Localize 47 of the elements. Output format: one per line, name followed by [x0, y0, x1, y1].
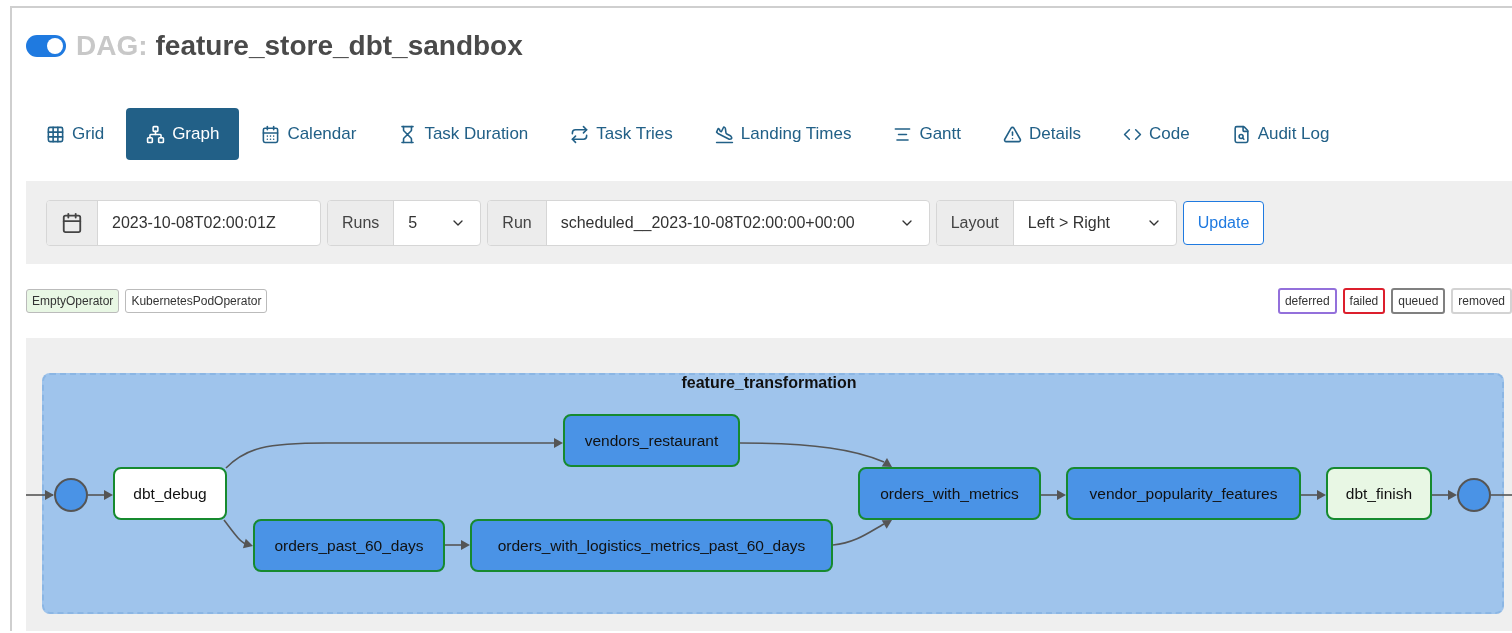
view-tab[interactable]: Details: [983, 108, 1101, 160]
task-node[interactable]: dbt_finish: [1326, 467, 1432, 520]
state-legend-chip: queued: [1391, 288, 1446, 314]
repeat-icon: [570, 124, 590, 144]
state-legend-chip: failed: [1342, 288, 1386, 314]
view-tab[interactable]: Audit Log: [1211, 108, 1350, 160]
dag-toggle[interactable]: [26, 35, 66, 57]
base-date-field[interactable]: 2023-10-08T02:00:01Z: [46, 199, 321, 246]
edge-arrow: [1431, 490, 1457, 500]
document-search-icon: [1231, 124, 1251, 144]
edge-arrow: [1040, 490, 1066, 500]
edge-arrow: [832, 520, 892, 546]
run-select[interactable]: Run scheduled__2023-10-08T02:00:00+00:00: [487, 199, 930, 246]
view-tab[interactable]: Landing Times: [694, 108, 872, 160]
layout-select[interactable]: Layout Left > Right: [935, 199, 1177, 246]
edge-arrow: [26, 490, 54, 500]
task-node[interactable]: orders_with_logistics_metrics_past_60_days: [470, 519, 833, 572]
operator-legend-chip: EmptyOperator: [26, 289, 120, 313]
view-tab[interactable]: Graph: [126, 108, 240, 160]
state-legend-chip: deferred: [1277, 288, 1337, 314]
update-button[interactable]: Update: [1182, 200, 1265, 245]
edge-arrow: [444, 540, 470, 550]
view-tab[interactable]: Task Tries: [550, 108, 693, 160]
state-legend-chip: removed: [1451, 288, 1512, 314]
edge-arrow: [87, 490, 113, 500]
view-tab[interactable]: Grid: [26, 108, 125, 160]
dag-title: feature_store_dbt_sandbox: [155, 30, 523, 62]
view-tab[interactable]: Calendar: [241, 108, 377, 160]
plane-landing-icon: [714, 124, 734, 144]
task-node[interactable]: orders_with_metrics: [858, 467, 1041, 520]
operator-legend-chip: KubernetesPodOperator: [125, 289, 268, 313]
view-tab[interactable]: Code: [1103, 108, 1210, 160]
task-node[interactable]: orders_past_60_days: [253, 519, 445, 572]
edge-arrow: [223, 519, 253, 549]
view-tab[interactable]: Task Duration: [378, 108, 549, 160]
task-node[interactable]: vendor_popularity_features: [1066, 467, 1301, 520]
calendar-icon: [261, 124, 281, 144]
task-node[interactable]: dbt_debug: [113, 467, 227, 520]
task-group-label: feature_transformation: [681, 374, 857, 392]
task-node[interactable]: vendors_restaurant: [563, 414, 740, 467]
grid-icon: [46, 124, 65, 144]
edge-arrow: [1300, 490, 1326, 500]
runs-select[interactable]: Runs 5: [327, 199, 482, 246]
warning-icon: [1003, 124, 1022, 144]
hierarchy-icon: [146, 124, 166, 144]
calendar-icon: [61, 211, 83, 234]
view-tab[interactable]: Gantt: [873, 108, 981, 160]
